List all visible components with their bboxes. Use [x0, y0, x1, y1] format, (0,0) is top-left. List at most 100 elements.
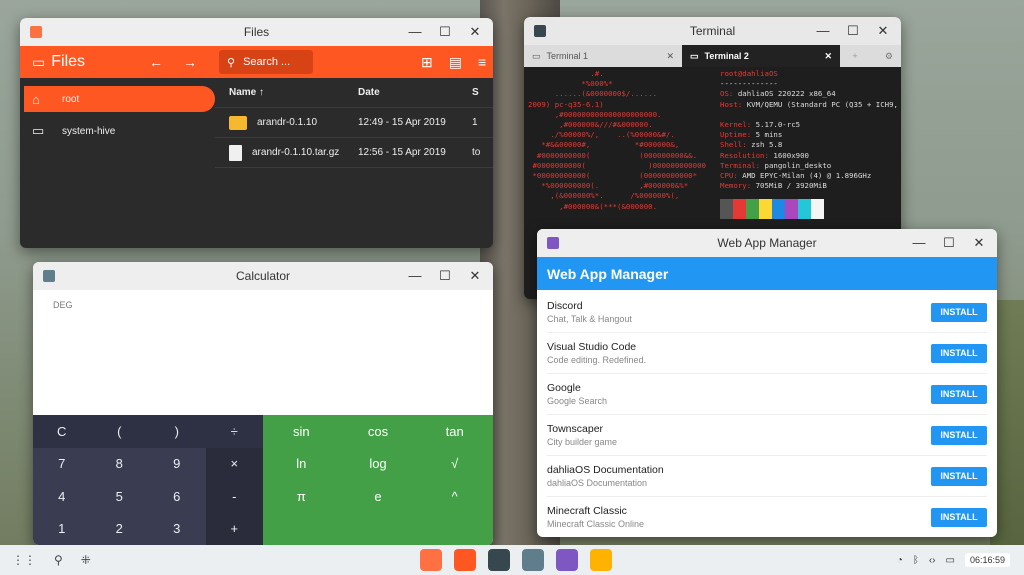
files-titlebar[interactable]: Files — ☐ ✕	[20, 18, 493, 46]
search-icon[interactable]: ⚲	[54, 553, 63, 567]
files-app-title: Files	[51, 53, 86, 70]
install-button[interactable]: INSTALL	[931, 302, 987, 322]
shell-value: zsh 5.8	[751, 140, 783, 150]
back-arrow-icon[interactable]: ←	[149, 54, 163, 70]
minimize-button[interactable]: —	[407, 268, 423, 284]
color-swatch	[811, 199, 824, 220]
web-app-manager-icon[interactable]	[556, 549, 578, 571]
calc-key[interactable]: 5	[91, 480, 149, 513]
close-tab-icon[interactable]: ✕	[824, 51, 832, 62]
calc-key[interactable]: 1	[33, 513, 91, 546]
calc-key[interactable]: 2	[91, 513, 149, 546]
clock[interactable]: 06:16:59	[964, 553, 1010, 567]
maximize-button[interactable]: ☐	[941, 235, 957, 251]
column-size[interactable]: S	[472, 87, 492, 98]
minimize-button[interactable]: —	[407, 24, 423, 40]
new-tab-button[interactable]: +	[840, 45, 870, 67]
sci-key[interactable]: tan	[416, 415, 493, 448]
bluetooth-icon[interactable]: ᛒ	[913, 555, 919, 566]
web-app-manager-window: Web App Manager — ☐ ✕ Web App Manager Disc…	[537, 229, 997, 537]
column-name[interactable]: Name ↑	[215, 87, 358, 98]
color-swatches	[720, 199, 898, 220]
battery-icon[interactable]: ▭	[946, 555, 955, 566]
file-name: arandr-0.1.10	[257, 117, 318, 128]
search-input[interactable]: ⚲ Search ...	[219, 50, 314, 74]
forward-arrow-icon[interactable]: →	[183, 54, 197, 70]
overview-icon[interactable]: ⁜	[81, 553, 91, 567]
new-folder-icon[interactable]: ⊞	[421, 54, 433, 71]
calc-key[interactable]: C	[33, 415, 91, 448]
close-tab-icon[interactable]: ✕	[666, 51, 674, 62]
code-icon[interactable]: ‹›	[929, 555, 936, 566]
calc-key[interactable]: 9	[148, 448, 206, 481]
app-name: dahliaOS Documentation	[547, 464, 664, 476]
folder-icon: ▭	[32, 53, 46, 70]
maximize-button[interactable]: ☐	[437, 24, 453, 40]
wifi-icon[interactable]: ◔	[897, 555, 903, 566]
calc-key[interactable]: ÷	[205, 415, 263, 448]
menu-icon[interactable]: ≡	[478, 54, 486, 70]
terminal-output[interactable]: .#. *%000%* ......(&0000000$/...... 2009…	[524, 67, 901, 220]
sci-key[interactable]: π	[263, 480, 340, 513]
sidebar-item-root[interactable]: ⌂ root	[24, 86, 215, 112]
home-icon: ⌂	[32, 91, 40, 107]
color-wheel-icon[interactable]	[590, 549, 612, 571]
minimize-button[interactable]: —	[815, 23, 831, 39]
calc-key[interactable]: 7	[33, 448, 91, 481]
files-app-icon[interactable]	[420, 549, 442, 571]
sci-key[interactable]: ln	[263, 448, 340, 481]
laptop-icon: ▭	[690, 50, 699, 61]
sci-key[interactable]: √	[416, 448, 493, 481]
calc-key[interactable]: (	[90, 415, 148, 448]
minimize-button[interactable]: —	[911, 235, 927, 251]
install-button[interactable]: INSTALL	[931, 507, 987, 527]
sci-key[interactable]: ^	[416, 480, 493, 513]
list-item: Visual Studio Code Code editing. Redefine…	[547, 333, 987, 374]
angle-mode[interactable]: DEG	[53, 300, 73, 310]
sidebar-item-system-hive[interactable]: ▭ system-hive	[24, 118, 215, 144]
sci-key[interactable]: log	[340, 448, 417, 481]
close-button[interactable]: ✕	[467, 24, 483, 40]
cpu-value: AMD EPYC-Milan (4) @ 1.896GHz	[742, 171, 872, 181]
color-swatch	[746, 199, 759, 220]
calc-key[interactable]: 6	[148, 480, 206, 513]
taskbar-apps	[420, 549, 612, 571]
terminal-app-icon[interactable]	[488, 549, 510, 571]
calculator-app-icon[interactable]	[522, 549, 544, 571]
file-row[interactable]: arandr-0.1.10.tar.gz 12:56 - 15 Apr 2019…	[215, 138, 493, 168]
maximize-button[interactable]: ☐	[845, 23, 861, 39]
calc-key[interactable]: 8	[91, 448, 149, 481]
wam-titlebar[interactable]: Web App Manager — ☐ ✕	[537, 229, 997, 257]
column-date[interactable]: Date	[358, 87, 472, 98]
tab-terminal-2[interactable]: ▭ Terminal 2 ✕	[682, 45, 840, 67]
close-button[interactable]: ✕	[467, 268, 483, 284]
web-browser-icon[interactable]	[454, 549, 476, 571]
settings-gear-icon[interactable]: ⚙	[885, 45, 893, 67]
sci-key[interactable]: sin	[263, 415, 340, 448]
install-button[interactable]: INSTALL	[931, 425, 987, 445]
calc-key[interactable]: -	[205, 480, 263, 513]
app-name: Google	[547, 382, 581, 394]
file-row[interactable]: arandr-0.1.10 12:49 - 15 Apr 2019 1	[215, 108, 493, 138]
terminal-titlebar[interactable]: Terminal — ☐ ✕	[524, 17, 901, 45]
sidebar-item-label: system-hive	[62, 125, 116, 137]
maximize-button[interactable]: ☐	[437, 268, 453, 284]
terminal-tabs: ▭ Terminal 1 ✕ ▭ Terminal 2 ✕ + ⚙	[524, 45, 901, 67]
sci-key[interactable]: e	[340, 480, 417, 513]
sci-key[interactable]: cos	[340, 415, 417, 448]
color-swatch	[759, 199, 772, 220]
calc-key[interactable]: )	[148, 415, 206, 448]
close-button[interactable]: ✕	[971, 235, 987, 251]
install-button[interactable]: INSTALL	[931, 384, 987, 404]
tab-terminal-1[interactable]: ▭ Terminal 1 ✕	[524, 45, 682, 67]
calc-key[interactable]: 4	[33, 480, 91, 513]
install-button[interactable]: INSTALL	[931, 343, 987, 363]
app-launcher-icon[interactable]: ⋮⋮	[12, 553, 36, 567]
calculator-titlebar[interactable]: Calculator — ☐ ✕	[33, 262, 493, 290]
view-toggle-icon[interactable]: ▤	[449, 54, 462, 71]
install-button[interactable]: INSTALL	[931, 466, 987, 486]
calc-key[interactable]: ×	[205, 447, 263, 480]
calc-key[interactable]: +	[205, 512, 263, 545]
close-button[interactable]: ✕	[875, 23, 891, 39]
calc-key[interactable]: 3	[148, 513, 206, 546]
